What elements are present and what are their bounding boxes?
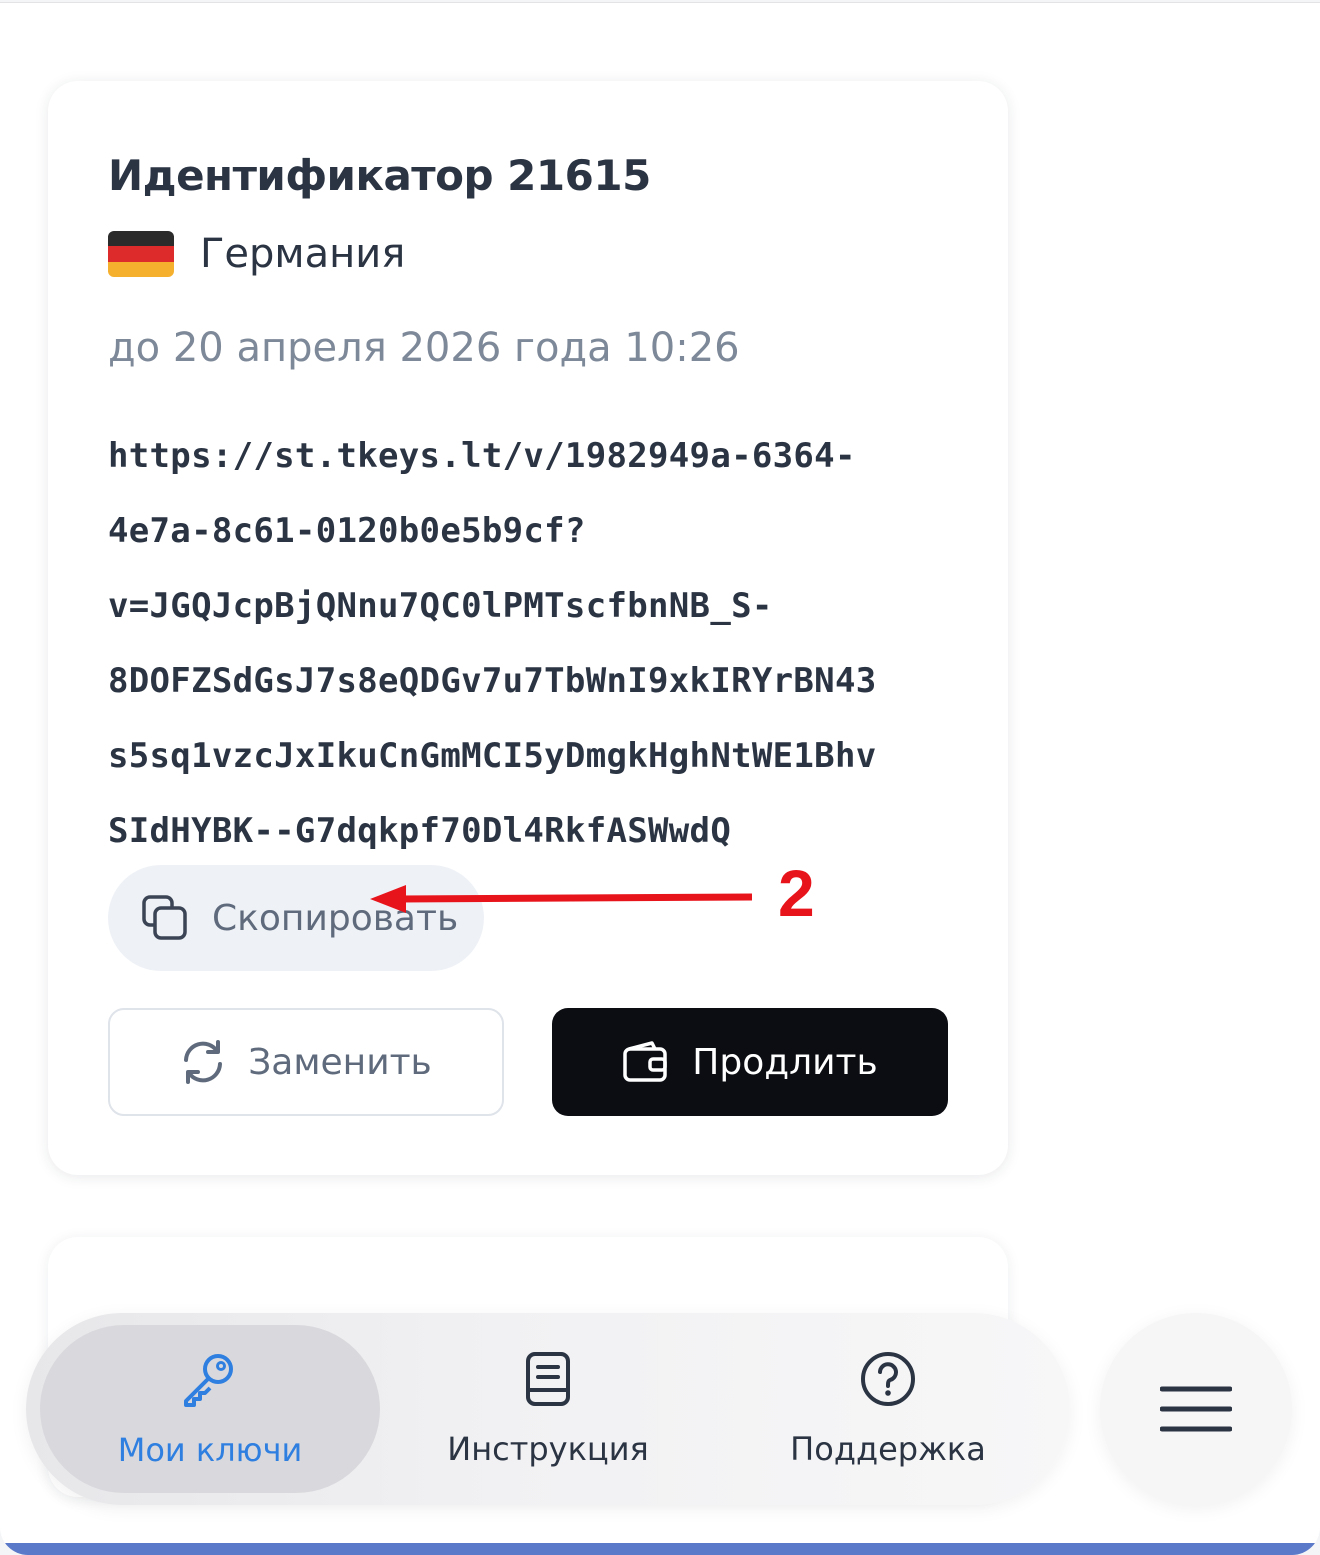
bottom-tab-bar: Мои ключи Инструкция Поддержка (26, 1313, 1070, 1505)
tab-instructions-label: Инструкция (447, 1430, 649, 1468)
germany-flag-icon (108, 231, 174, 277)
tab-instructions[interactable]: Инструкция (378, 1325, 718, 1493)
replace-button-label: Заменить (248, 1041, 432, 1083)
menu-button[interactable] (1100, 1313, 1292, 1505)
tab-my-keys-label: Мои ключи (117, 1431, 303, 1469)
key-title: Идентификатор 21615 (108, 151, 651, 200)
expiry-date: до 20 апреля 2026 года 10:26 (108, 325, 740, 371)
key-url[interactable]: https://st.tkeys.lt/v/1982949a-6364- 4e7… (108, 431, 968, 881)
extend-button-label: Продлить (692, 1041, 878, 1083)
copy-icon (142, 895, 187, 940)
wallet-icon (623, 1041, 668, 1082)
country-name: Германия (200, 231, 406, 277)
key-url-line: https://st.tkeys.lt/v/1982949a-6364- (108, 436, 856, 476)
key-url-line: 4e7a-8c61-0120b0e5b9cf? (108, 511, 586, 551)
annotation-number: 2 (778, 856, 815, 930)
country-row: Германия (108, 229, 405, 279)
key-url-line: s5sq1vzcJxIkuCnGmMCI5yDmgkHghNtWE1Bhv (108, 736, 877, 776)
refresh-icon (184, 1040, 223, 1084)
extend-button[interactable]: Продлить (552, 1008, 948, 1116)
help-icon (861, 1352, 915, 1406)
hamburger-menu-icon (1160, 1386, 1232, 1432)
key-url-line: 8DOFZSdGsJ7s8eQDGv7u7TbWnI9xkIRYrBN43 (108, 661, 877, 701)
annotation-arrow-icon (370, 885, 753, 913)
tab-support[interactable]: Поддержка (718, 1325, 1058, 1493)
key-url-line: v=JGQJcpBjQNnu7QC0lPMTscfbnNB_S- (108, 586, 773, 626)
tab-my-keys[interactable]: Мои ключи (40, 1325, 380, 1493)
window-bottom-edge (0, 1543, 1320, 1555)
tab-support-label: Поддержка (790, 1430, 986, 1468)
book-icon (526, 1352, 570, 1406)
replace-button[interactable]: Заменить (108, 1008, 504, 1116)
key-icon (184, 1354, 233, 1407)
app-screen: Идентификатор 21615 Германия до 20 апрел… (0, 2, 1320, 1555)
